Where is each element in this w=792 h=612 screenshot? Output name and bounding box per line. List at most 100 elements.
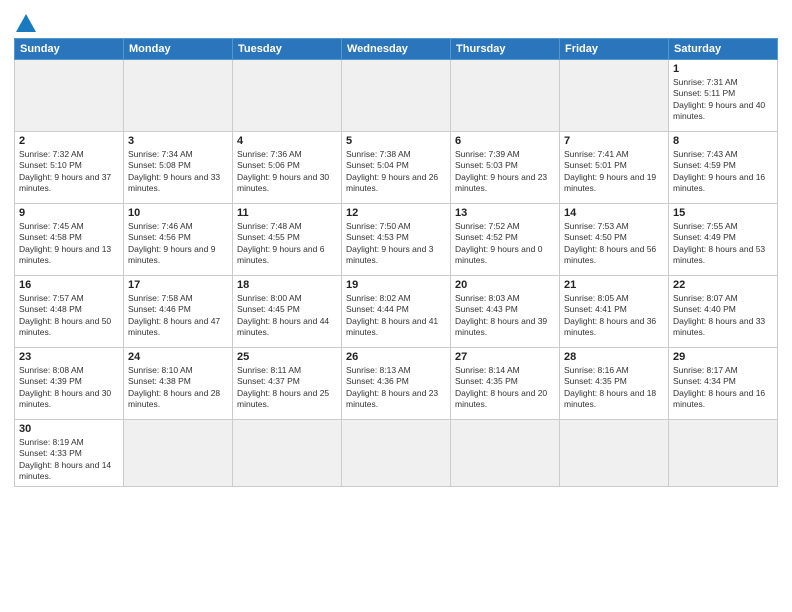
day-info: Sunrise: 8:13 AMSunset: 4:36 PMDaylight:…	[346, 365, 446, 411]
day-number: 14	[564, 207, 664, 219]
day-info: Sunrise: 7:34 AMSunset: 5:08 PMDaylight:…	[128, 149, 228, 195]
calendar-cell: 20 Sunrise: 8:03 AMSunset: 4:43 PMDayligh…	[451, 276, 560, 348]
day-info: Sunrise: 8:08 AMSunset: 4:39 PMDaylight:…	[19, 365, 119, 411]
day-number: 23	[19, 351, 119, 363]
calendar-cell: 1 Sunrise: 7:31 AMSunset: 5:11 PMDaylight…	[669, 60, 778, 132]
calendar-cell: 13 Sunrise: 7:52 AMSunset: 4:52 PMDayligh…	[451, 204, 560, 276]
weekday-header-tuesday: Tuesday	[233, 39, 342, 60]
calendar-cell: 24 Sunrise: 8:10 AMSunset: 4:38 PMDayligh…	[124, 348, 233, 420]
day-info: Sunrise: 7:46 AMSunset: 4:56 PMDaylight:…	[128, 221, 228, 267]
day-info: Sunrise: 8:11 AMSunset: 4:37 PMDaylight:…	[237, 365, 337, 411]
logo-triangle-icon	[16, 14, 36, 32]
calendar-cell: 21Sunrise: 8:05 AMSunset: 4:41 PMDayligh…	[560, 276, 669, 348]
day-info: Sunrise: 7:52 AMSunset: 4:52 PMDaylight:…	[455, 221, 555, 267]
day-info: Sunrise: 7:31 AMSunset: 5:11 PMDaylight:…	[673, 77, 773, 123]
calendar-cell	[124, 420, 233, 487]
day-info: Sunrise: 8:00 AMSunset: 4:45 PMDaylight:…	[237, 293, 337, 339]
week-row-3: 9 Sunrise: 7:45 AMSunset: 4:58 PMDaylight…	[15, 204, 778, 276]
calendar-cell: 28 Sunrise: 8:16 AMSunset: 4:35 PMDayligh…	[560, 348, 669, 420]
day-info: Sunrise: 8:16 AMSunset: 4:35 PMDaylight:…	[564, 365, 664, 411]
day-number: 27	[455, 351, 555, 363]
page: SundayMondayTuesdayWednesdayThursdayFrid…	[0, 0, 792, 612]
calendar-cell: 5Sunrise: 7:38 AMSunset: 5:04 PMDaylight…	[342, 132, 451, 204]
day-number: 17	[128, 279, 228, 291]
day-number: 9	[19, 207, 119, 219]
calendar-cell: 29Sunrise: 8:17 AMSunset: 4:34 PMDayligh…	[669, 348, 778, 420]
calendar-cell: 23 Sunrise: 8:08 AMSunset: 4:39 PMDayligh…	[15, 348, 124, 420]
day-info: Sunrise: 8:05 AMSunset: 4:41 PMDaylight:…	[564, 293, 664, 339]
day-number: 26	[346, 351, 446, 363]
calendar-cell: 4Sunrise: 7:36 AMSunset: 5:06 PMDaylight…	[233, 132, 342, 204]
logo	[14, 14, 36, 32]
calendar-cell: 30 Sunrise: 8:19 AMSunset: 4:33 PMDayligh…	[15, 420, 124, 487]
calendar-cell	[342, 420, 451, 487]
calendar-cell: 14 Sunrise: 7:53 AMSunset: 4:50 PMDayligh…	[560, 204, 669, 276]
day-number: 8	[673, 135, 773, 147]
weekday-header-thursday: Thursday	[451, 39, 560, 60]
day-info: Sunrise: 8:19 AMSunset: 4:33 PMDaylight:…	[19, 437, 119, 483]
calendar-cell	[560, 420, 669, 487]
day-info: Sunrise: 7:57 AMSunset: 4:48 PMDaylight:…	[19, 293, 119, 339]
calendar-cell: 2Sunrise: 7:32 AMSunset: 5:10 PMDaylight…	[15, 132, 124, 204]
day-info: Sunrise: 7:41 AMSunset: 5:01 PMDaylight:…	[564, 149, 664, 195]
calendar-cell: 3 Sunrise: 7:34 AMSunset: 5:08 PMDaylight…	[124, 132, 233, 204]
calendar-cell	[124, 60, 233, 132]
weekday-header-row: SundayMondayTuesdayWednesdayThursdayFrid…	[15, 39, 778, 60]
day-number: 25	[237, 351, 337, 363]
calendar-cell: 10 Sunrise: 7:46 AMSunset: 4:56 PMDayligh…	[124, 204, 233, 276]
calendar-cell: 27 Sunrise: 8:14 AMSunset: 4:35 PMDayligh…	[451, 348, 560, 420]
day-number: 15	[673, 207, 773, 219]
day-number: 13	[455, 207, 555, 219]
calendar-cell	[233, 60, 342, 132]
day-number: 28	[564, 351, 664, 363]
day-number: 11	[237, 207, 337, 219]
calendar-cell: 8 Sunrise: 7:43 AMSunset: 4:59 PMDaylight…	[669, 132, 778, 204]
calendar-cell: 15 Sunrise: 7:55 AMSunset: 4:49 PMDayligh…	[669, 204, 778, 276]
calendar-cell: 12Sunrise: 7:50 AMSunset: 4:53 PMDayligh…	[342, 204, 451, 276]
calendar-cell: 11 Sunrise: 7:48 AMSunset: 4:55 PMDayligh…	[233, 204, 342, 276]
calendar: SundayMondayTuesdayWednesdayThursdayFrid…	[14, 38, 778, 487]
day-number: 19	[346, 279, 446, 291]
calendar-cell: 16 Sunrise: 7:57 AMSunset: 4:48 PMDayligh…	[15, 276, 124, 348]
calendar-cell	[669, 420, 778, 487]
calendar-cell	[451, 60, 560, 132]
day-info: Sunrise: 8:10 AMSunset: 4:38 PMDaylight:…	[128, 365, 228, 411]
calendar-cell: 22Sunrise: 8:07 AMSunset: 4:40 PMDayligh…	[669, 276, 778, 348]
day-number: 2	[19, 135, 119, 147]
day-info: Sunrise: 8:03 AMSunset: 4:43 PMDaylight:…	[455, 293, 555, 339]
day-number: 6	[455, 135, 555, 147]
day-info: Sunrise: 8:07 AMSunset: 4:40 PMDaylight:…	[673, 293, 773, 339]
weekday-header-friday: Friday	[560, 39, 669, 60]
calendar-cell	[451, 420, 560, 487]
calendar-cell: 9 Sunrise: 7:45 AMSunset: 4:58 PMDaylight…	[15, 204, 124, 276]
day-number: 10	[128, 207, 228, 219]
day-number: 7	[564, 135, 664, 147]
calendar-cell	[233, 420, 342, 487]
calendar-cell: 25 Sunrise: 8:11 AMSunset: 4:37 PMDayligh…	[233, 348, 342, 420]
weekday-header-saturday: Saturday	[669, 39, 778, 60]
weekday-header-monday: Monday	[124, 39, 233, 60]
day-info: Sunrise: 7:55 AMSunset: 4:49 PMDaylight:…	[673, 221, 773, 267]
day-number: 24	[128, 351, 228, 363]
day-info: Sunrise: 7:45 AMSunset: 4:58 PMDaylight:…	[19, 221, 119, 267]
day-info: Sunrise: 8:14 AMSunset: 4:35 PMDaylight:…	[455, 365, 555, 411]
day-number: 30	[19, 423, 119, 435]
day-info: Sunrise: 7:43 AMSunset: 4:59 PMDaylight:…	[673, 149, 773, 195]
day-number: 16	[19, 279, 119, 291]
day-number: 20	[455, 279, 555, 291]
day-info: Sunrise: 8:17 AMSunset: 4:34 PMDaylight:…	[673, 365, 773, 411]
day-info: Sunrise: 7:58 AMSunset: 4:46 PMDaylight:…	[128, 293, 228, 339]
day-number: 4	[237, 135, 337, 147]
day-info: Sunrise: 7:48 AMSunset: 4:55 PMDaylight:…	[237, 221, 337, 267]
day-info: Sunrise: 7:38 AMSunset: 5:04 PMDaylight:…	[346, 149, 446, 195]
week-row-2: 2Sunrise: 7:32 AMSunset: 5:10 PMDaylight…	[15, 132, 778, 204]
day-info: Sunrise: 7:50 AMSunset: 4:53 PMDaylight:…	[346, 221, 446, 267]
weekday-header-wednesday: Wednesday	[342, 39, 451, 60]
weekday-header-sunday: Sunday	[15, 39, 124, 60]
day-number: 1	[673, 63, 773, 75]
week-row-6: 30 Sunrise: 8:19 AMSunset: 4:33 PMDayligh…	[15, 420, 778, 487]
day-number: 3	[128, 135, 228, 147]
calendar-cell: 7 Sunrise: 7:41 AMSunset: 5:01 PMDaylight…	[560, 132, 669, 204]
week-row-4: 16 Sunrise: 7:57 AMSunset: 4:48 PMDayligh…	[15, 276, 778, 348]
day-info: Sunrise: 7:53 AMSunset: 4:50 PMDaylight:…	[564, 221, 664, 267]
